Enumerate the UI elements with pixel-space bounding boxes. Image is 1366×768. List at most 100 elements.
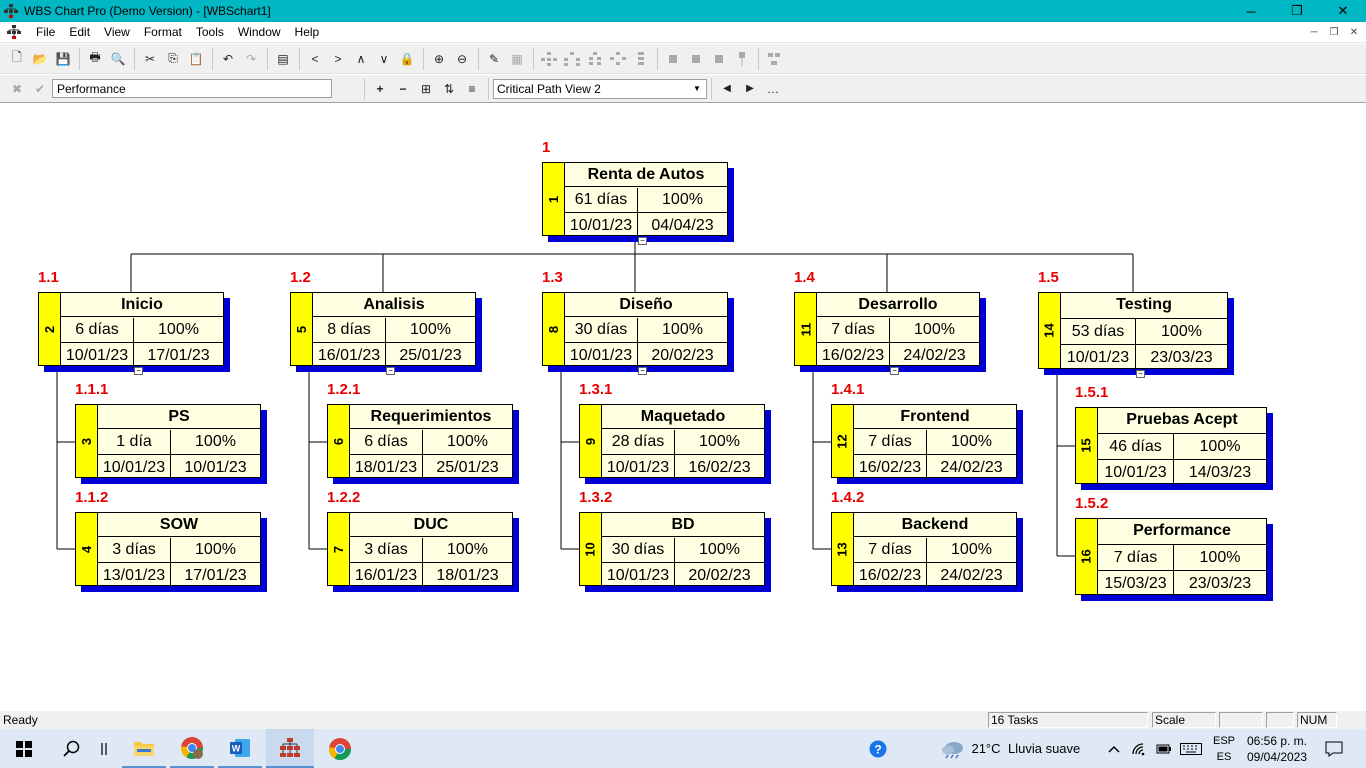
print-icon[interactable]: 🖶 — [84, 48, 106, 70]
menu-help[interactable]: Help — [288, 25, 327, 39]
paint-icon[interactable]: ✎ — [483, 48, 505, 70]
paste-icon[interactable]: 📋 — [185, 48, 207, 70]
task-view-button[interactable] — [94, 729, 114, 768]
align-left-icon[interactable] — [662, 48, 684, 70]
promote-icon[interactable]: ⇅ — [438, 78, 460, 100]
weather-widget[interactable] — [938, 729, 968, 768]
save-icon[interactable]: 💾 — [52, 48, 74, 70]
layout-style-5-icon[interactable] — [630, 48, 652, 70]
minimize-button[interactable]: ─ — [1228, 0, 1274, 22]
demote-icon[interactable]: ≡ — [461, 78, 483, 100]
network-button[interactable] — [1128, 729, 1150, 768]
help-tray-button[interactable]: ? — [864, 729, 892, 768]
notifications-button[interactable] — [1318, 729, 1350, 768]
node-box[interactable]: 12 Frontend 7 días 100% 16/02/23 24/02/23 — [831, 404, 1017, 480]
layout-style-1-icon[interactable] — [538, 48, 560, 70]
taskbar-file-explorer[interactable] — [122, 729, 166, 768]
redo-icon[interactable]: ↷ — [240, 48, 262, 70]
node-box[interactable]: 13 Backend 7 días 100% 16/02/23 24/02/23 — [831, 512, 1017, 588]
remove-task-icon[interactable]: − — [392, 78, 414, 100]
menu-view[interactable]: View — [97, 25, 137, 39]
align-center-icon[interactable] — [685, 48, 707, 70]
menu-window[interactable]: Window — [231, 25, 288, 39]
collapse-toggle[interactable]: − — [386, 367, 395, 375]
copy-icon[interactable]: ⎘ — [162, 48, 184, 70]
task-name-field[interactable] — [52, 79, 332, 98]
doc-close-button[interactable]: ✕ — [1344, 24, 1364, 41]
chevron-down-icon[interactable]: ▼ — [690, 81, 704, 97]
lock-icon[interactable]: 🔒 — [396, 48, 418, 70]
language-button[interactable]: ESP ES — [1208, 729, 1240, 768]
taskbar-chrome[interactable] — [318, 729, 362, 768]
move-down-icon[interactable]: ∨ — [373, 48, 395, 70]
wbs-chart-canvas[interactable]: 1 1 Renta de Autos 61 días 100% 10/01/23 04/04… — [1, 103, 1365, 711]
cancel-edit-icon[interactable]: ✖ — [6, 78, 28, 100]
node-box[interactable]: 7 DUC 3 días 100% 16/01/23 18/01/23 — [327, 512, 513, 588]
app-icon[interactable] — [3, 3, 19, 19]
collapse-toggle[interactable]: − — [134, 367, 143, 375]
menu-tools[interactable]: Tools — [189, 25, 231, 39]
layout-style-4-icon[interactable] — [607, 48, 629, 70]
layout-icon[interactable]: ▦ — [506, 48, 528, 70]
doc-minimize-button[interactable]: ─ — [1304, 24, 1324, 41]
node-box[interactable]: 6 Requerimientos 6 días 100% 18/01/23 25/01/2… — [327, 404, 513, 480]
collapse-toggle[interactable]: − — [890, 367, 899, 375]
open-icon[interactable]: 📂 — [29, 48, 51, 70]
collapse-toggle[interactable]: − — [638, 367, 647, 375]
close-button[interactable]: ✕ — [1320, 0, 1366, 22]
keyboard-button[interactable] — [1178, 729, 1204, 768]
taskbar-wbs-chart-pro[interactable] — [266, 729, 314, 768]
menu-file[interactable]: File — [29, 25, 62, 39]
clock[interactable]: 06:56 p. m. 09/04/2023 — [1242, 729, 1312, 768]
node-box[interactable]: 5 Analisis 8 días 100% 16/01/23 25/01/23 — [290, 292, 476, 368]
zoom-out-icon[interactable]: ⊖ — [451, 48, 473, 70]
cut-icon[interactable]: ✂ — [139, 48, 161, 70]
zoom-in-icon[interactable]: ⊕ — [428, 48, 450, 70]
layout-style-2-icon[interactable] — [561, 48, 583, 70]
menu-edit[interactable]: Edit — [62, 25, 97, 39]
show-hidden-icons-button[interactable] — [1104, 729, 1124, 768]
move-right-icon[interactable]: > — [327, 48, 349, 70]
wbs-chart-pro-icon — [280, 737, 300, 757]
node-box[interactable]: 1 Renta de Autos 61 días 100% 10/01/23 04/04/… — [542, 162, 728, 238]
node-box[interactable]: 2 Inicio 6 días 100% 10/01/23 17/01/23 — [38, 292, 224, 368]
confirm-edit-icon[interactable]: ✔ — [29, 78, 51, 100]
next-view-icon[interactable]: ▶ — [739, 78, 761, 100]
document-icon[interactable] — [7, 24, 23, 40]
undo-icon[interactable]: ↶ — [217, 48, 239, 70]
search-button[interactable] — [52, 729, 92, 768]
battery-button[interactable] — [1152, 729, 1176, 768]
node-box[interactable]: 16 Performance 7 días 100% 15/03/23 23/03/23 — [1075, 518, 1267, 597]
start-button[interactable] — [0, 729, 48, 768]
add-child-icon[interactable]: ⊞ — [415, 78, 437, 100]
taskbar-chrome-profile[interactable] — [170, 729, 214, 768]
prev-view-icon[interactable]: ◀ — [716, 78, 738, 100]
move-up-icon[interactable]: ∧ — [350, 48, 372, 70]
task-info-icon[interactable]: ▤ — [272, 48, 294, 70]
spacing-icon[interactable] — [763, 48, 785, 70]
node-box[interactable]: 9 Maquetado 28 días 100% 10/01/23 16/02/23 — [579, 404, 765, 480]
node-box[interactable]: 14 Testing 53 días 100% 10/01/23 23/03/23 — [1038, 292, 1228, 371]
restore-button[interactable]: ❐ — [1274, 0, 1320, 22]
node-box[interactable]: 4 SOW 3 días 100% 13/01/23 17/01/23 — [75, 512, 261, 588]
align-bottom-icon[interactable] — [731, 48, 753, 70]
view-select[interactable]: Critical Path View 2 ▼ — [493, 78, 707, 99]
node-box[interactable]: 3 PS 1 día 100% 10/01/23 10/01/23 — [75, 404, 261, 480]
more-views-icon[interactable]: … — [762, 78, 784, 100]
taskbar-word[interactable]: W — [218, 729, 262, 768]
node-box[interactable]: 8 Diseño 30 días 100% 10/01/23 20/02/23 — [542, 292, 728, 368]
node-box[interactable]: 10 BD 30 días 100% 10/01/23 20/02/23 — [579, 512, 765, 588]
node-box[interactable]: 11 Desarrollo 7 días 100% 16/02/23 24/02/23 — [794, 292, 980, 368]
task-duration: 3 días — [98, 538, 171, 563]
collapse-toggle[interactable]: − — [1136, 370, 1145, 378]
menu-format[interactable]: Format — [137, 25, 189, 39]
add-task-icon[interactable]: + — [369, 78, 391, 100]
new-icon[interactable]: 🗋 — [6, 48, 28, 70]
print-preview-icon[interactable]: 🔍 — [107, 48, 129, 70]
move-left-icon[interactable]: < — [304, 48, 326, 70]
collapse-toggle[interactable]: − — [638, 237, 647, 245]
align-right-icon[interactable] — [708, 48, 730, 70]
doc-restore-button[interactable]: ❐ — [1324, 24, 1344, 41]
node-box[interactable]: 15 Pruebas Acept 46 días 100% 10/01/23 14/03/… — [1075, 407, 1267, 486]
layout-style-3-icon[interactable] — [584, 48, 606, 70]
